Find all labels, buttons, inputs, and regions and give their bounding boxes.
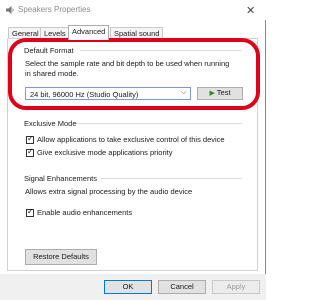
exclusive-mode-heading: Exclusive Mode <box>24 119 77 128</box>
enable-enhancements-label: Enable audio enhancements <box>37 208 133 217</box>
cancel-button[interactable]: Cancel <box>158 280 206 294</box>
signal-enhancements-description: Allows extra signal processing by the au… <box>25 187 193 196</box>
checkmark-icon: ✓ <box>27 207 34 216</box>
exclusive-priority-label: Give exclusive mode applications priorit… <box>37 148 173 157</box>
checkmark-icon: ✓ <box>27 134 34 143</box>
properties-window: Speakers Properties ✕ General Levels Adv… <box>0 0 266 300</box>
allow-exclusive-checkbox[interactable]: ✓ <box>26 134 34 144</box>
enable-enhancements-checkbox[interactable]: ✓ <box>26 207 34 217</box>
group-divider <box>77 123 242 124</box>
ok-button[interactable]: OK <box>104 280 152 294</box>
signal-enhancements-heading: Signal Enhancements <box>24 174 97 183</box>
group-divider <box>100 178 242 179</box>
checkmark-icon: ✓ <box>27 147 34 156</box>
tab-advanced[interactable]: Advanced <box>68 25 110 40</box>
restore-defaults-button[interactable]: Restore Defaults <box>25 249 97 265</box>
title-bar: Speakers Properties ✕ <box>0 0 266 20</box>
apply-button[interactable]: Apply <box>212 280 260 294</box>
highlight-annotation <box>8 38 260 110</box>
speaker-icon <box>6 6 14 14</box>
close-icon[interactable]: ✕ <box>246 4 255 17</box>
window-title: Speakers Properties <box>18 5 91 14</box>
exclusive-priority-checkbox[interactable]: ✓ <box>26 147 34 157</box>
allow-exclusive-label: Allow applications to take exclusive con… <box>37 135 225 144</box>
